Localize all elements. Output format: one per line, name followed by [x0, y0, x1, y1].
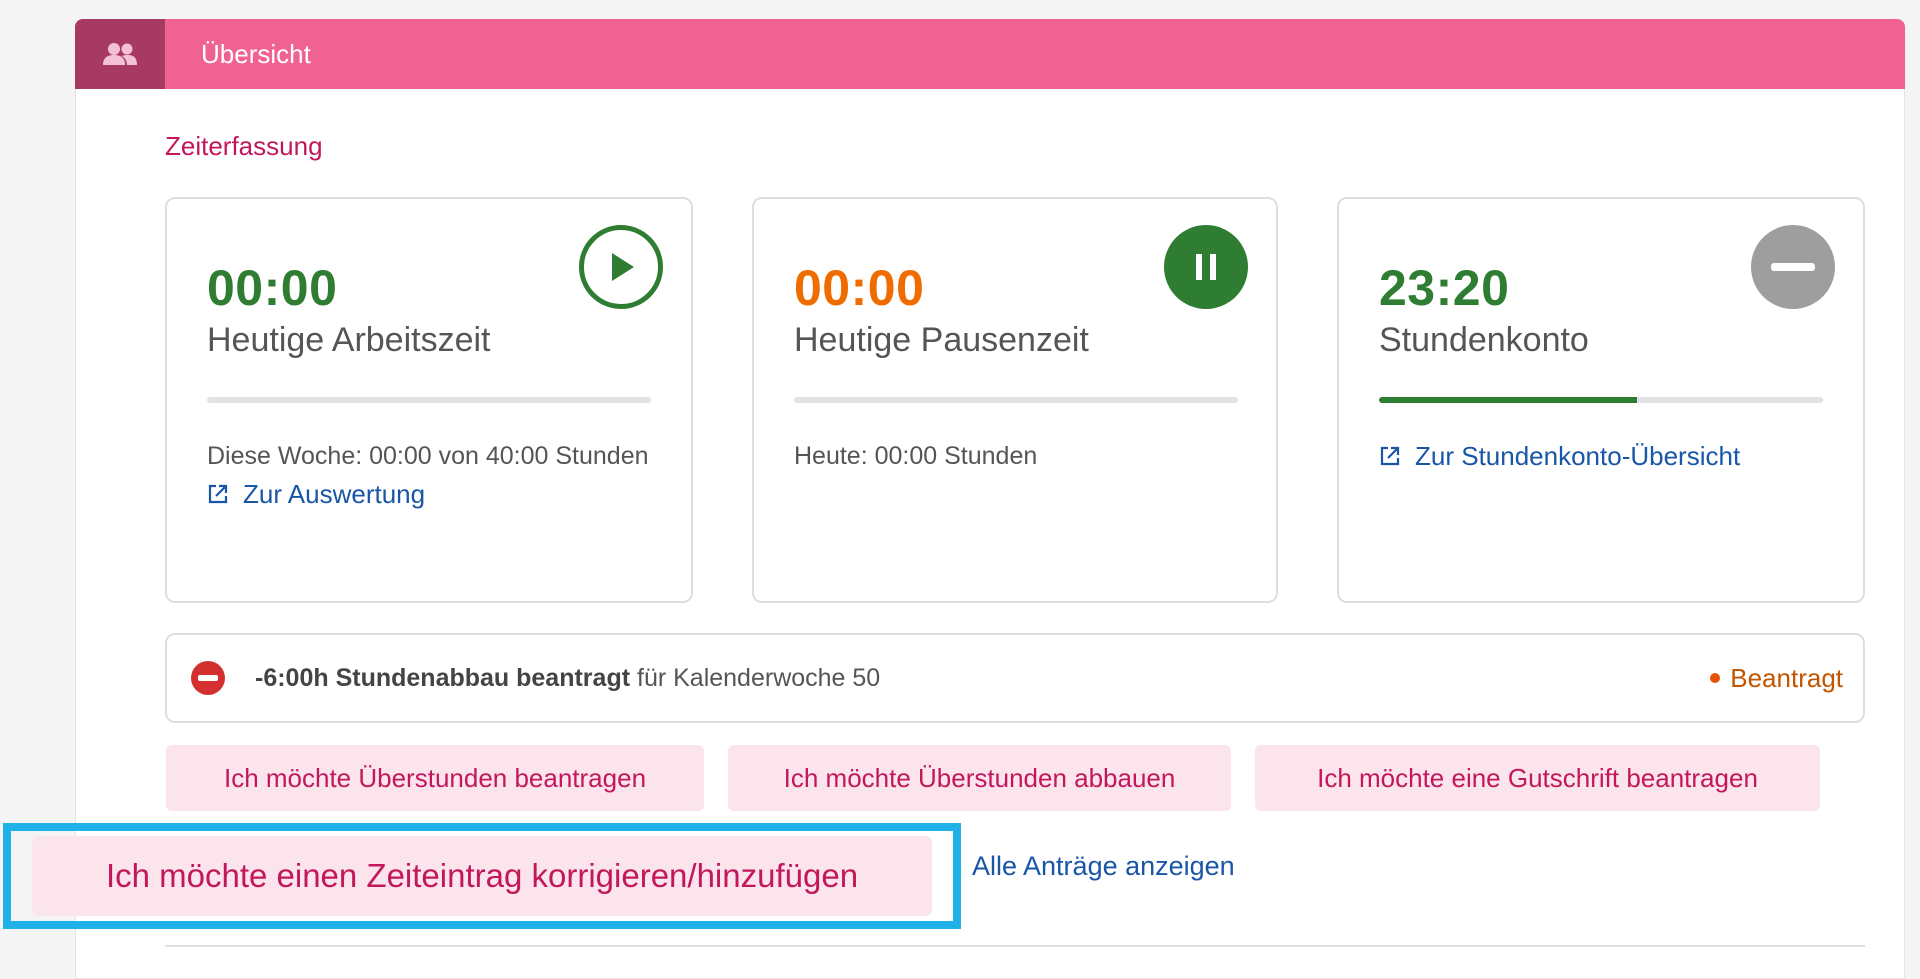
work-time-card: 00:00 Heutige Arbeitszeit Diese Woche: 0… [165, 197, 693, 603]
section-title: Zeiterfassung [165, 131, 323, 161]
hour-account-label: Stundenkonto [1379, 321, 1589, 359]
request-status: Beantragt [1710, 663, 1843, 694]
panel-header-icon-box [75, 19, 165, 89]
request-title: -6:00h Stundenabbau beantragt [255, 663, 631, 692]
request-credit-button[interactable]: Ich möchte eine Gutschrift beantragen [1255, 745, 1820, 811]
panel-header: Übersicht [75, 19, 1905, 89]
pause-time-value: 00:00 [794, 260, 925, 316]
pause-time-progress-bar [794, 397, 1238, 403]
evaluation-link[interactable]: Zur Auswertung [207, 475, 657, 513]
hour-account-card: 23:20 Stundenkonto Zur Stundenkonto-Über… [1337, 197, 1865, 603]
people-icon [103, 43, 137, 65]
pause-timer-button[interactable] [1164, 225, 1248, 309]
request-text: -6:00h Stundenabbau beantragt für Kalend… [255, 664, 880, 693]
disabled-timer-button[interactable] [1751, 225, 1835, 309]
all-requests-link[interactable]: Alle Anträge anzeigen [972, 851, 1235, 882]
bottom-divider [165, 945, 1865, 947]
request-row[interactable]: -6:00h Stundenabbau beantragt für Kalend… [165, 633, 1865, 723]
status-dot-icon [1710, 673, 1721, 683]
work-time-value: 00:00 [207, 260, 338, 316]
request-overtime-button[interactable]: Ich möchte Überstunden beantragen [166, 745, 704, 811]
hour-account-progress-fill [1379, 397, 1637, 403]
hour-account-progress-bar [1379, 397, 1823, 403]
external-link-icon [208, 484, 228, 504]
external-link-icon [1380, 446, 1400, 466]
hour-account-value: 23:20 [1379, 260, 1510, 316]
pause-icon [1196, 254, 1216, 280]
panel-title: Übersicht [201, 39, 311, 69]
pause-time-card: 00:00 Heutige Pausenzeit Heute: 00:00 St… [752, 197, 1278, 603]
hour-account-overview-link[interactable]: Zur Stundenkonto-Übersicht [1379, 437, 1829, 475]
work-time-label: Heutige Arbeitszeit [207, 321, 491, 359]
minus-icon [1771, 263, 1815, 271]
minus-circle-icon [191, 661, 225, 695]
pause-time-info: Heute: 00:00 Stunden [794, 442, 1038, 470]
pause-time-label: Heutige Pausenzeit [794, 321, 1089, 359]
request-detail: für Kalenderwoche 50 [637, 663, 881, 692]
work-time-info: Diese Woche: 00:00 von 40:00 Stunden Zur… [207, 437, 657, 513]
highlight-frame [3, 823, 961, 929]
play-icon [612, 253, 634, 281]
evaluation-link-label: Zur Auswertung [243, 479, 426, 509]
week-summary-text: Diese Woche: 00:00 von 40:00 Stunden [207, 442, 649, 470]
hour-account-info: Zur Stundenkonto-Übersicht [1379, 437, 1829, 475]
hour-account-overview-label: Zur Stundenkonto-Übersicht [1415, 441, 1741, 471]
work-time-progress-bar [207, 397, 651, 403]
reduce-overtime-button[interactable]: Ich möchte Überstunden abbauen [728, 745, 1231, 811]
start-timer-button[interactable] [579, 225, 663, 309]
request-status-label: Beantragt [1730, 662, 1843, 693]
